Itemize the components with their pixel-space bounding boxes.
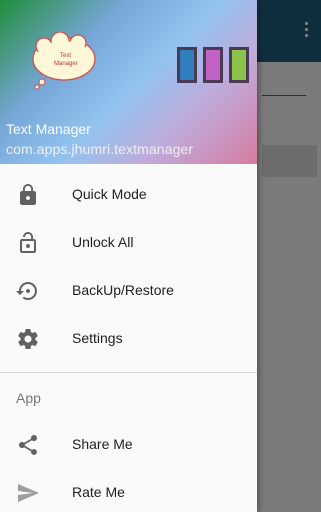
menu-item-label: Unlock All [72,234,134,250]
menu-item-label: Rate Me [72,484,125,500]
gear-icon [18,329,38,349]
svg-text:∙ ∙ ∙: ∙ ∙ ∙ [42,49,46,53]
menu-item-backup-restore[interactable]: BackUp/Restore [0,267,257,315]
menu-item-label: BackUp/Restore [72,282,174,298]
theme-swatch-green[interactable] [229,47,249,83]
svg-text:∙ ∙: ∙ ∙ [74,51,77,55]
menu-item-rate-me[interactable]: Rate Me [0,469,257,512]
share-icon [19,435,37,455]
theme-label: Theme [128,58,169,73]
section-title-app: App [16,390,41,406]
menu-item-share-me[interactable]: Share Me [0,421,257,469]
unlock-icon [20,232,36,253]
svg-text:∙ ∙ ∙: ∙ ∙ ∙ [44,65,48,69]
svg-text:∙ ∙ ∙: ∙ ∙ ∙ [74,67,78,71]
menu-item-unlock-all[interactable]: Unlock All [0,219,257,267]
app-logo-cloud: Text Manager ∙ ∙ ∙ ∙ ∙∙ ∙ ∙ ∙ ∙ ∙ [32,32,96,90]
menu-item-label: Share Me [72,436,133,452]
logo-text-line1: Text [60,53,71,59]
restore-icon [16,282,37,300]
navigation-drawer: Text Manager ∙ ∙ ∙ ∙ ∙ ∙ ∙ ∙ ∙ ∙ ∙ Theme Te… [0,0,257,512]
drawer-header: Text Manager ∙ ∙ ∙ ∙ ∙ ∙ ∙ ∙ ∙ ∙ ∙ Theme Te… [0,0,257,164]
menu-item-label: Settings [72,330,123,346]
menu-item-label: Quick Mode [72,186,147,202]
send-icon [18,484,39,502]
theme-swatch-blue[interactable] [177,47,197,83]
menu-item-quick-mode[interactable]: Quick Mode [0,171,257,219]
lock-icon [20,184,36,205]
menu-divider [0,372,257,373]
theme-swatch-purple[interactable] [203,47,223,83]
app-name: Text Manager [6,121,91,137]
menu-item-settings[interactable]: Settings [0,315,257,363]
package-name: com.apps.jhumri.textmanager [6,141,194,157]
